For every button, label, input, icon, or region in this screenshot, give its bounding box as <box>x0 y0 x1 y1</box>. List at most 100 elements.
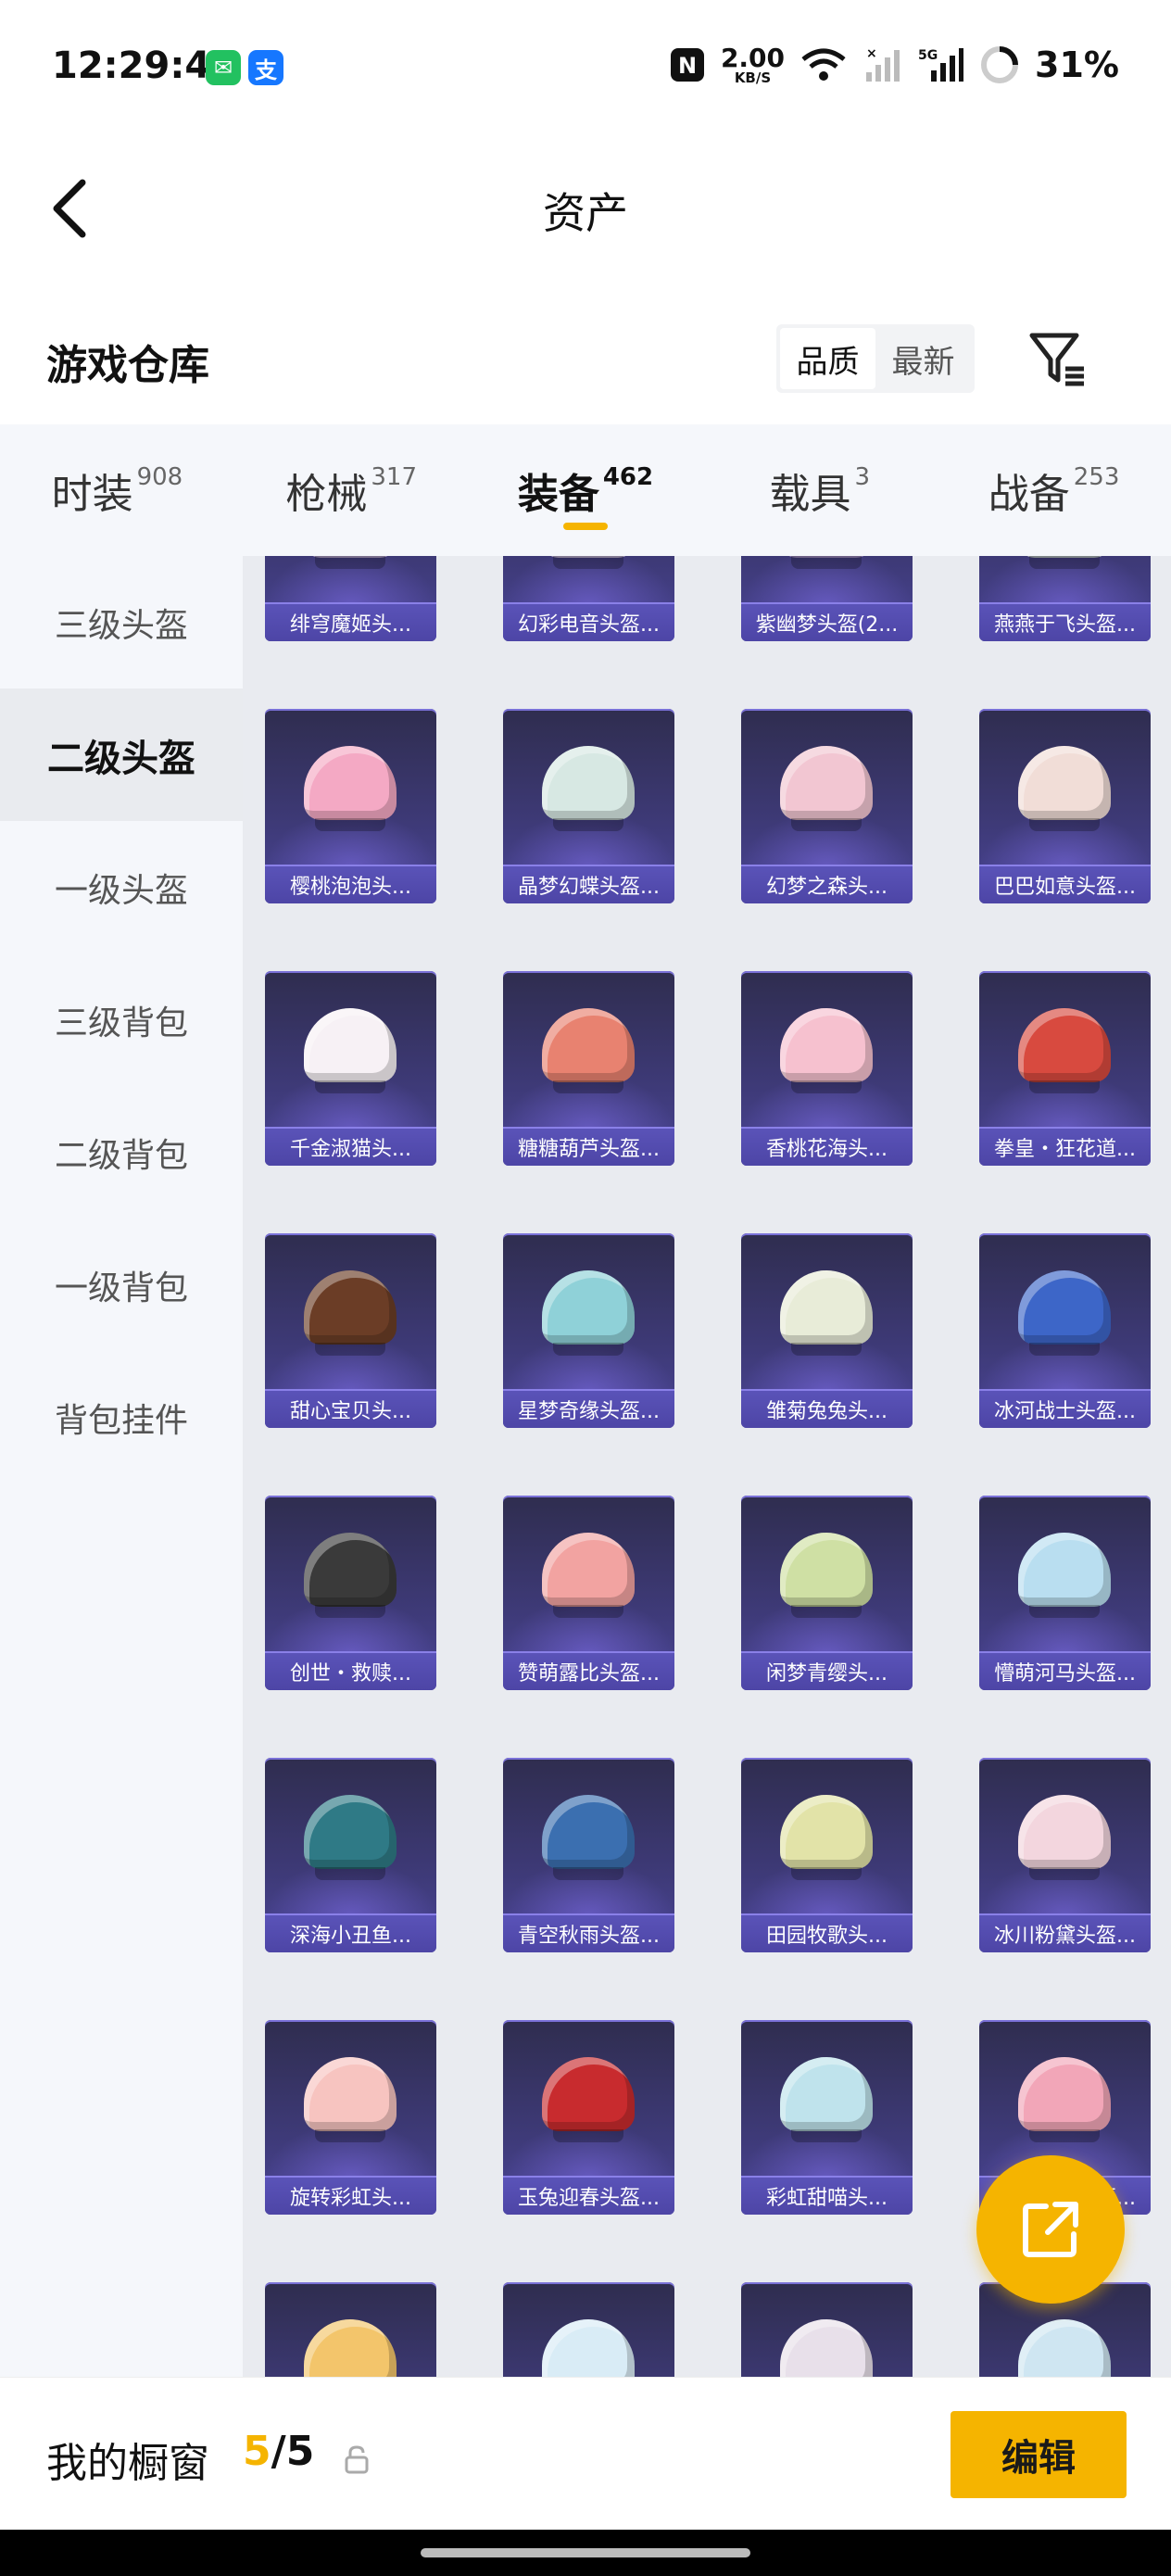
sort-quality-button[interactable]: 品质 <box>780 328 875 389</box>
sidebar-item-level2-helmet[interactable]: 二级头盔 <box>0 688 243 821</box>
item-card[interactable]: 糖糖葫芦头盔... <box>503 971 674 1166</box>
external-link-icon <box>1023 2202 1078 2257</box>
helmet-icon <box>780 1795 873 1880</box>
wifi-icon <box>801 48 846 81</box>
item-card[interactable]: 香桃花海头... <box>741 971 913 1166</box>
status-right: N 2.00 KB/S × 5G 31% <box>669 44 1119 85</box>
item-grid-area: 绯穹魔姬头... 幻彩电音头盔... 紫幽梦头盔(2... 燕燕于飞头盔... 樱桃泡泡… <box>243 556 1171 2377</box>
item-card[interactable]: 拳皇・狂花道... <box>979 971 1151 1166</box>
svg-text:×: × <box>866 46 877 61</box>
item-card[interactable]: 樱桃泡泡头... <box>265 709 436 903</box>
item-name: 甜心宝贝头... <box>265 1389 436 1428</box>
sidebar-item-level1-backpack[interactable]: 一级背包 <box>0 1219 243 1351</box>
system-nav-bar <box>0 2530 1171 2576</box>
item-name: 星梦奇缘头盔... <box>503 1389 674 1428</box>
item-card[interactable]: 玉兔迎春头盔... <box>503 2020 674 2215</box>
item-card[interactable]: 旋转彩虹头... <box>265 2020 436 2215</box>
edit-button[interactable]: 编辑 <box>951 2411 1127 2498</box>
item-card[interactable]: 甜心宝贝头... <box>265 1233 436 1428</box>
sort-latest-button[interactable]: 最新 <box>875 328 971 389</box>
helmet-icon <box>542 2057 635 2142</box>
item-name: 玉兔迎春头盔... <box>503 2176 674 2215</box>
tab-firearms[interactable]: 枪械 317 <box>234 424 469 556</box>
item-name: 冰川粉黛头盔... <box>979 1913 1151 1952</box>
item-card[interactable] <box>503 2282 674 2377</box>
helmet-icon <box>304 746 397 831</box>
item-name: 闲梦青缨头... <box>741 1651 913 1690</box>
sidebar-item-level3-backpack[interactable]: 三级背包 <box>0 953 243 1086</box>
sidebar-item-level2-backpack[interactable]: 二级背包 <box>0 1086 243 1219</box>
item-name: 创世・救赎... <box>265 1651 436 1690</box>
page-title: 资产 <box>543 188 628 238</box>
section-title: 游戏仓库 <box>46 342 209 389</box>
filter-icon <box>1029 333 1084 386</box>
item-card[interactable]: 紫幽梦头盔(2... <box>741 556 913 641</box>
item-card[interactable]: 赞萌露比头盔... <box>503 1496 674 1690</box>
helmet-icon <box>304 1533 397 1618</box>
item-card[interactable]: 千金淑猫头... <box>265 971 436 1166</box>
helmet-icon <box>780 2319 873 2377</box>
item-name: 紫幽梦头盔(2... <box>741 602 913 641</box>
item-name: 绯穹魔姬头... <box>265 602 436 641</box>
item-name: 拳皇・狂花道... <box>979 1127 1151 1166</box>
item-card[interactable]: 燕燕于飞头盔... <box>979 556 1151 641</box>
helmet-icon <box>542 1008 635 1093</box>
item-name: 深海小丑鱼... <box>265 1913 436 1952</box>
item-card[interactable]: 深海小丑鱼... <box>265 1758 436 1952</box>
sidebar-item-backpack-charm[interactable]: 背包挂件 <box>0 1351 243 1484</box>
sidebar-item-level1-helmet[interactable]: 一级头盔 <box>0 821 243 953</box>
helmet-icon <box>542 1795 635 1880</box>
helmet-icon <box>780 2057 873 2142</box>
helmet-icon <box>780 556 873 569</box>
sort-toggle: 品质 最新 <box>776 324 975 393</box>
helmet-icon <box>304 1008 397 1093</box>
helmet-icon <box>1018 1008 1111 1093</box>
nfc-icon: N <box>670 48 704 82</box>
item-card[interactable] <box>265 2282 436 2377</box>
item-name: 赞萌露比头盔... <box>503 1651 674 1690</box>
item-card[interactable]: 彩虹甜喵头... <box>741 2020 913 2215</box>
helmet-icon <box>1018 1270 1111 1356</box>
showcase-bar: 我的橱窗 5/5 编辑 <box>0 2377 1171 2530</box>
tab-equipment[interactable]: 装备 462 <box>469 424 703 556</box>
filter-button[interactable] <box>1025 326 1089 391</box>
item-card[interactable]: 闲梦青缨头... <box>741 1496 913 1690</box>
item-card[interactable]: 巴巴如意头盔... <box>979 709 1151 903</box>
share-fab-button[interactable] <box>976 2155 1125 2304</box>
item-card[interactable]: 星梦奇缘头盔... <box>503 1233 674 1428</box>
helmet-icon <box>304 2057 397 2142</box>
svg-text:5G: 5G <box>918 48 938 63</box>
home-indicator[interactable] <box>421 2548 750 2557</box>
item-card[interactable]: 幻梦之森头... <box>741 709 913 903</box>
item-card[interactable]: 幻彩电音头盔... <box>503 556 674 641</box>
item-name: 燕燕于飞头盔... <box>979 602 1151 641</box>
item-name: 巴巴如意头盔... <box>979 865 1151 903</box>
alipay-icon: 支 <box>248 50 283 85</box>
item-name: 晶梦幻蝶头盔... <box>503 865 674 903</box>
item-card[interactable]: 创世・救赎... <box>265 1496 436 1690</box>
item-name: 懵萌河马头盔... <box>979 1651 1151 1690</box>
item-card[interactable]: 懵萌河马头盔... <box>979 1496 1151 1690</box>
item-name: 千金淑猫头... <box>265 1127 436 1166</box>
signal-off-icon: × <box>866 46 900 82</box>
helmet-icon <box>542 2319 635 2377</box>
tab-fashion[interactable]: 时装 908 <box>0 424 234 556</box>
item-card[interactable]: 青空秋雨头盔... <box>503 1758 674 1952</box>
tab-battle-gear[interactable]: 战备 253 <box>937 424 1171 556</box>
item-card[interactable]: 田园牧歌头... <box>741 1758 913 1952</box>
item-card[interactable]: 冰河战士头盔... <box>979 1233 1151 1428</box>
tab-vehicles[interactable]: 载具 3 <box>702 424 937 556</box>
sidebar-item-level3-helmet[interactable]: 三级头盔 <box>0 556 243 688</box>
battery-percent: 31% <box>1035 44 1119 85</box>
helmet-icon <box>1018 2319 1111 2377</box>
category-tabs: 时装 908 枪械 317 装备 462 载具 3 战备 253 <box>0 424 1171 556</box>
item-card[interactable]: 雏菊兔兔头... <box>741 1233 913 1428</box>
helmet-icon <box>780 1270 873 1356</box>
wechat-icon: ✉ <box>206 50 241 85</box>
item-card[interactable]: 冰川粉黛头盔... <box>979 1758 1151 1952</box>
item-card[interactable]: 晶梦幻蝶头盔... <box>503 709 674 903</box>
helmet-icon <box>780 1008 873 1093</box>
item-card[interactable] <box>741 2282 913 2377</box>
item-card[interactable]: 绯穹魔姬头... <box>265 556 436 641</box>
helmet-icon <box>1018 1795 1111 1880</box>
